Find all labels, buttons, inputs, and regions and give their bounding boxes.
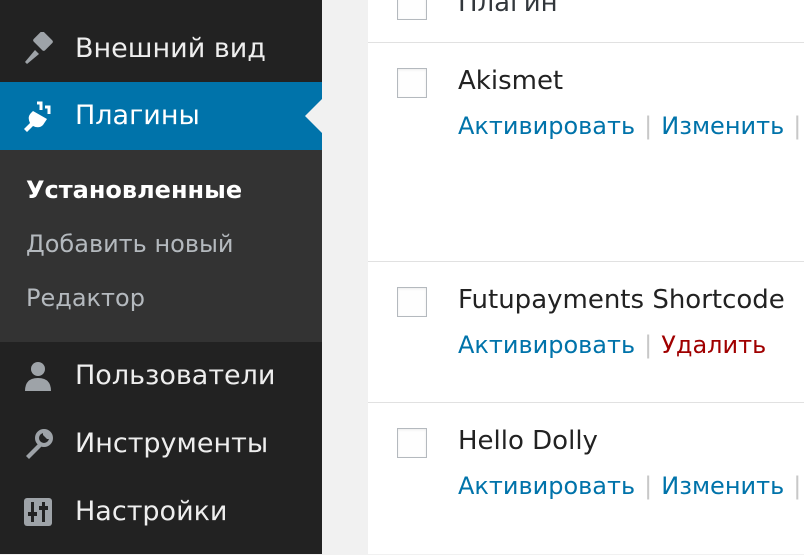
action-separator: | [793,112,802,140]
menu-item-appearance[interactable]: Внешний вид [0,15,322,83]
row-actions: Активировать | Изменить | [458,472,804,500]
submenu-item-add-new[interactable]: Добавить новый [26,230,234,258]
action-separator: | [644,472,653,500]
submenu-item-editor[interactable]: Редактор [26,284,145,312]
table-row: Akismet Активировать | Изменить | [368,43,804,261]
table-header: Плагин [368,0,804,43]
plugin-checkbox[interactable] [397,68,427,98]
admin-sidebar: Внешний вид Плагины Установленные Добави… [0,0,322,554]
action-separator: | [793,472,802,500]
wrench-icon [20,426,56,462]
delete-link[interactable]: Удалить [661,331,766,359]
activate-link[interactable]: Активировать [458,112,635,140]
activate-link[interactable]: Активировать [458,331,635,359]
action-separator: | [644,331,653,359]
plugins-table: Плагин Akismet Активировать | Изменить | Fu… [368,0,804,554]
plugin-name: Akismet [458,66,564,96]
submenu-item-installed[interactable]: Установленные [26,176,242,204]
menu-label: Настройки [75,495,228,527]
menu-label: Внешний вид [75,32,266,64]
plugin-checkbox[interactable] [397,287,427,317]
row-actions: Активировать | Удалить [458,331,766,359]
select-all-checkbox[interactable] [397,0,427,20]
column-header-plugin: Плагин [458,0,558,18]
menu-item-users[interactable]: Пользователи [0,342,322,410]
row-actions: Активировать | Изменить | [458,112,804,140]
plugins-submenu: Установленные Добавить новый Редактор [0,150,322,342]
plugin-icon [20,98,56,134]
plugin-name: Hello Dolly [458,426,598,456]
plugin-checkbox[interactable] [397,428,427,458]
users-icon [20,358,56,394]
action-separator: | [644,112,653,140]
menu-label: Пользователи [75,359,276,391]
activate-link[interactable]: Активировать [458,472,635,500]
table-row: Futupayments Shortcode Активировать | Удал… [368,261,804,403]
menu-label: Плагины [75,99,200,131]
table-row: Hello Dolly Активировать | Изменить | [368,402,804,555]
current-indicator-arrow [305,99,322,133]
settings-sliders-icon [20,494,56,530]
paintbrush-icon [20,31,56,67]
menu-label: Инструменты [75,427,269,459]
plugin-name: Futupayments Shortcode [458,285,785,315]
edit-link[interactable]: Изменить [661,112,784,140]
menu-item-tools[interactable]: Инструменты [0,410,322,478]
menu-item-plugins[interactable]: Плагины [0,82,322,150]
edit-link[interactable]: Изменить [661,472,784,500]
menu-item-settings[interactable]: Настройки [0,478,322,546]
